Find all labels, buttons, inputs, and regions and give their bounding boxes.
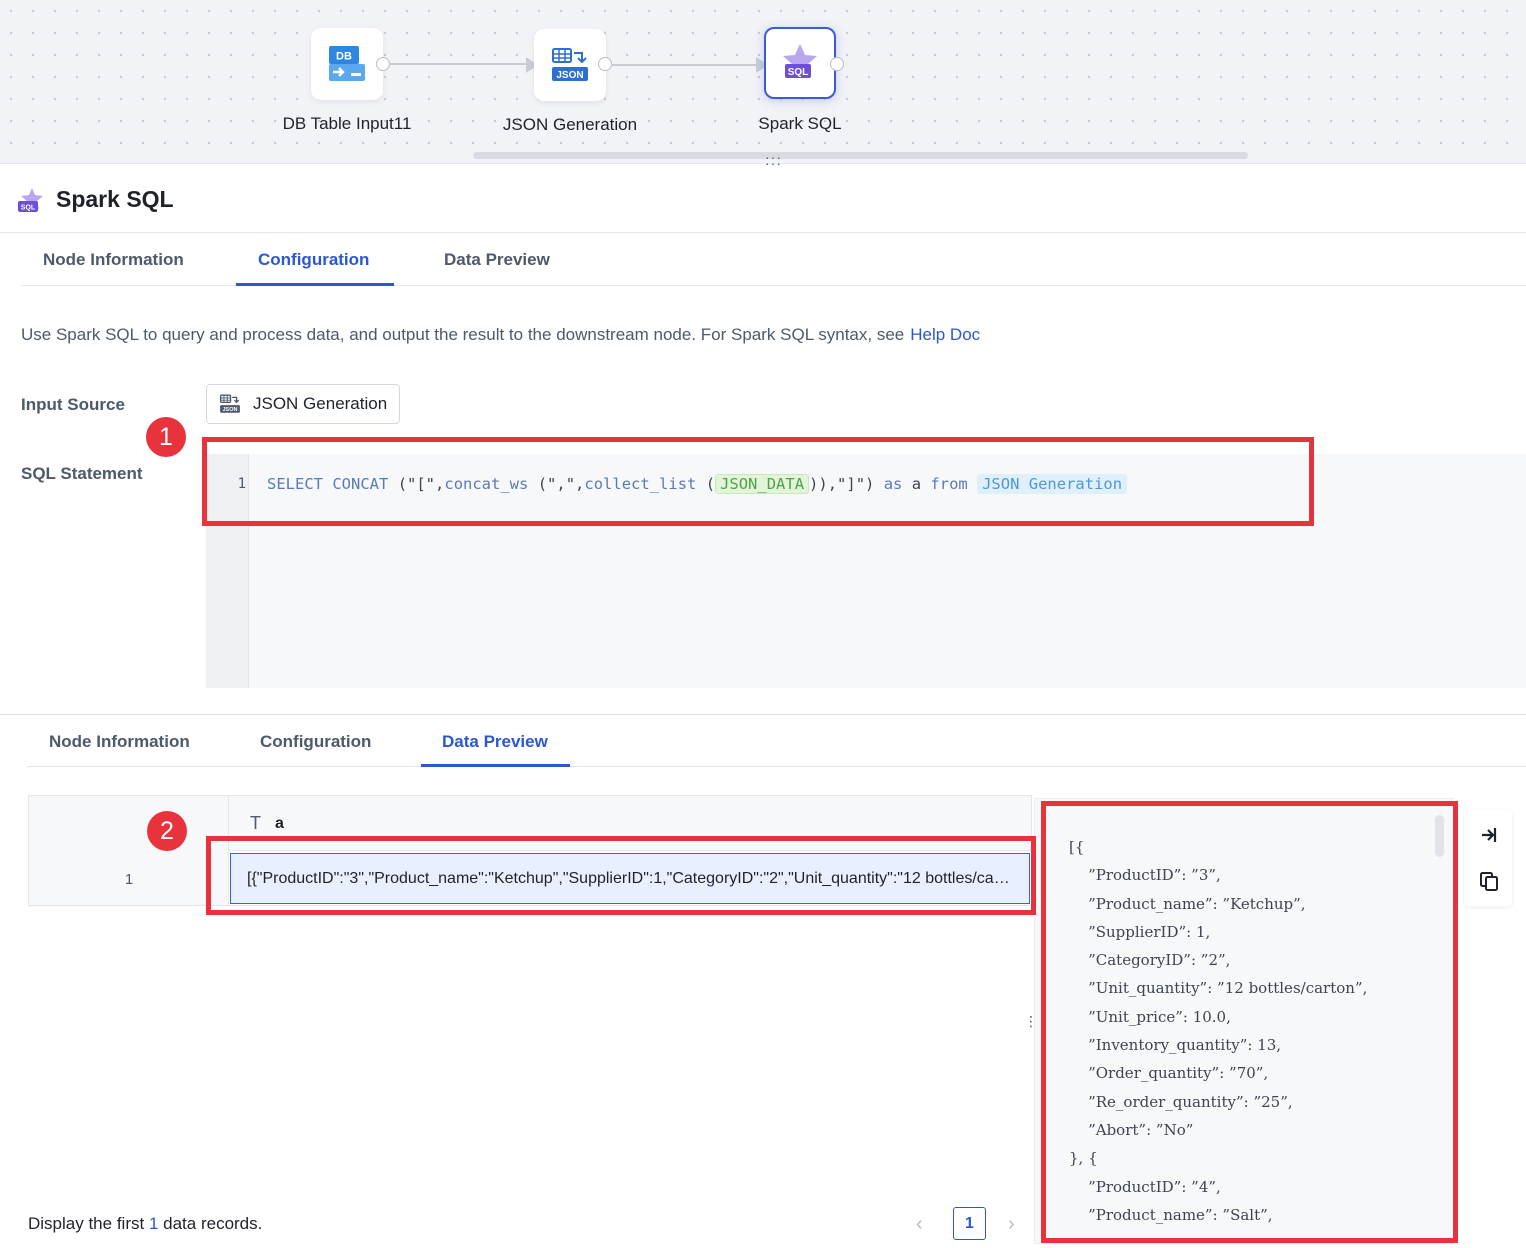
row-index-column bbox=[29, 796, 229, 905]
copy-icon[interactable] bbox=[1478, 870, 1500, 892]
json-generation-icon: JSON bbox=[219, 394, 240, 413]
db-table-input-icon: DB bbox=[329, 46, 365, 81]
sql-keyword: from bbox=[930, 475, 968, 493]
port-out[interactable] bbox=[598, 57, 612, 71]
tab-node-information[interactable]: Node Information bbox=[43, 250, 184, 270]
json-line: ”Product_name”: ”Salt”, bbox=[1069, 1205, 1273, 1224]
input-source-value: JSON Generation bbox=[253, 394, 388, 413]
active-tab-indicator bbox=[236, 283, 394, 286]
json-line: ”Abort”: ”No” bbox=[1069, 1120, 1194, 1139]
config-tabs: Node Information Configuration Data Prev… bbox=[21, 234, 1526, 286]
spark-sql-icon: SQL bbox=[18, 188, 43, 212]
json-line: ”ProductID”: ”3”, bbox=[1069, 866, 1221, 885]
json-generation-icon: JSON bbox=[552, 48, 588, 81]
panel-title: Spark SQL bbox=[56, 186, 174, 212]
svg-text:DB: DB bbox=[336, 51, 352, 63]
json-line: ”Re_order_quantity”: ”25”, bbox=[1069, 1092, 1293, 1111]
summary-suffix: data records. bbox=[163, 1214, 263, 1233]
tab-configuration[interactable]: Configuration bbox=[260, 732, 371, 752]
sql-code-line[interactable]: SELECT CONCAT ("[",concat_ws (",",collec… bbox=[267, 472, 1128, 496]
edge-db-to-json bbox=[390, 63, 528, 65]
node-db-table-input[interactable]: DB bbox=[311, 28, 383, 100]
sql-punct: )),"]") bbox=[809, 475, 875, 493]
json-line: ”Unit_quantity”: ”12 bottles/carton”, bbox=[1069, 979, 1368, 998]
sql-keyword: SELECT bbox=[267, 475, 323, 493]
node-label: DB Table Input11 bbox=[282, 114, 412, 133]
sql-keyword: as bbox=[883, 475, 903, 493]
svg-text:JSON: JSON bbox=[556, 70, 583, 81]
json-scrollbar[interactable] bbox=[1435, 815, 1444, 857]
sql-function: collect_list bbox=[584, 475, 697, 493]
port-out[interactable] bbox=[376, 57, 390, 71]
json-line: ”CategoryID”: ”2”, bbox=[1069, 951, 1231, 970]
sql-punct: ("[", bbox=[397, 475, 445, 493]
record-count: 1 bbox=[148, 1214, 159, 1233]
table-cell[interactable]: [{"ProductID":"3","Product_name":"Ketchu… bbox=[230, 853, 1030, 904]
column-token[interactable]: JSON_DATA bbox=[715, 474, 810, 494]
collapse-panel-icon[interactable] bbox=[1478, 824, 1500, 846]
summary-prefix: Display the first bbox=[28, 1214, 145, 1233]
flow-canvas[interactable]: DB DB Table Input11 JSON JSON Generation… bbox=[0, 0, 1526, 170]
records-summary: Display the first 1 data records. bbox=[28, 1214, 262, 1234]
config-description: Use Spark SQL to query and process data,… bbox=[21, 325, 980, 345]
tab-data-preview[interactable]: Data Preview bbox=[444, 250, 550, 270]
sql-alias: a bbox=[911, 475, 922, 493]
sql-punct: (",", bbox=[537, 475, 585, 493]
table-token[interactable]: JSON Generation bbox=[977, 474, 1128, 494]
column-header-a[interactable]: a bbox=[275, 815, 284, 833]
json-line: ”Product_name”: ”Ketchup”, bbox=[1069, 894, 1306, 913]
sql-editor[interactable]: 1 SELECT CONCAT ("[",concat_ws (",",coll… bbox=[206, 454, 1526, 688]
svg-text:JSON: JSON bbox=[223, 407, 238, 413]
json-line: ”Unit_price”: 10.0, bbox=[1069, 1007, 1231, 1026]
json-content: [{ ”ProductID”: ”3”, ”Product_name”: ”Ke… bbox=[1069, 833, 1367, 1229]
node-json-generation[interactable]: JSON bbox=[534, 29, 606, 101]
sql-function: concat_ws bbox=[444, 475, 529, 493]
port-out[interactable] bbox=[830, 57, 844, 71]
json-line: ”Inventory_quantity”: 13, bbox=[1069, 1036, 1282, 1055]
prev-page-button[interactable]: ‹ bbox=[916, 1213, 923, 1236]
sql-punct: ( bbox=[705, 475, 716, 493]
json-viewer[interactable]: [{ ”ProductID”: ”3”, ”Product_name”: ”Ke… bbox=[1034, 798, 1454, 1244]
canvas-scrollbar[interactable] bbox=[473, 152, 1248, 159]
text-type-icon: T bbox=[250, 813, 261, 833]
panel-resize-handle[interactable]: ··· ··· bbox=[765, 150, 782, 170]
json-line: [{ bbox=[1069, 838, 1085, 856]
active-tab-indicator bbox=[421, 764, 570, 767]
input-source-label: Input Source bbox=[21, 395, 125, 414]
json-line: ”Order_quantity”: ”70”, bbox=[1069, 1064, 1269, 1083]
json-line: ”ProductID”: ”4”, bbox=[1069, 1177, 1221, 1196]
svg-text:SQL: SQL bbox=[788, 67, 809, 78]
input-source-chip[interactable]: JSON JSON Generation bbox=[206, 384, 401, 424]
edge-json-to-sql bbox=[612, 64, 758, 66]
tab-data-preview[interactable]: Data Preview bbox=[442, 732, 548, 752]
preview-tabs: Node Information Configuration Data Prev… bbox=[27, 715, 1526, 767]
help-doc-link[interactable]: Help Doc bbox=[910, 325, 980, 344]
viewer-toolbar bbox=[1464, 810, 1512, 906]
tab-configuration[interactable]: Configuration bbox=[258, 250, 369, 270]
sql-function: CONCAT bbox=[332, 475, 389, 493]
next-page-button[interactable]: › bbox=[1008, 1213, 1015, 1236]
json-line: }, { bbox=[1069, 1149, 1098, 1168]
json-line: ”SupplierID”: 1, bbox=[1069, 922, 1211, 941]
node-label: JSON Generation bbox=[502, 115, 638, 134]
cell-value: [{"ProductID":"3","Product_name":"Ketchu… bbox=[247, 869, 1013, 887]
line-number: 1 bbox=[237, 476, 246, 492]
svg-text:SQL: SQL bbox=[21, 205, 36, 212]
annotation-badge-2: 2 bbox=[147, 811, 187, 851]
spark-sql-icon: SQL bbox=[783, 44, 817, 78]
description-text: Use Spark SQL to query and process data,… bbox=[21, 325, 905, 344]
divider bbox=[0, 232, 1526, 233]
node-spark-sql[interactable]: SQL bbox=[764, 27, 836, 99]
page-number-current[interactable]: 1 bbox=[953, 1207, 986, 1240]
editor-gutter: 1 bbox=[206, 454, 249, 688]
sql-statement-label: SQL Statement bbox=[21, 464, 143, 483]
row-number: 1 bbox=[124, 871, 134, 888]
annotation-badge-1: 1 bbox=[146, 417, 186, 457]
node-label: Spark SQL bbox=[758, 114, 842, 133]
tab-node-information[interactable]: Node Information bbox=[49, 732, 190, 752]
